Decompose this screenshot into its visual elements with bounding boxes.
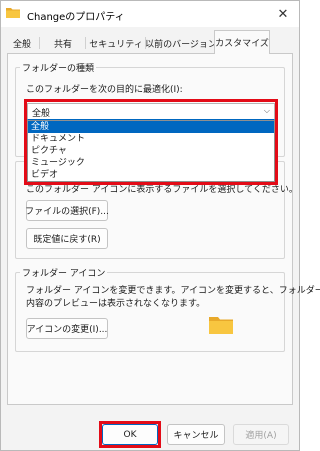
folder-type-listbox: 全般 ドキュメント ピクチャ ミュージック ビデオ [27,120,275,182]
folder-icon-description-line1: フォルダー アイコンを変更できます。アイコンを変更すると、フォルダーの [26,286,320,296]
tab-label: セキュリティ [89,39,143,50]
dropdown-option-general[interactable]: 全般 [28,121,274,133]
folder-icon [6,8,20,18]
properties-window: Changeのプロパティ ✕ 全般 共有 セキュリティ 以前のバージョン カスタ… [0,0,320,451]
tab-divider [85,37,86,49]
button-label: ファイルの選択(F)... [25,207,109,217]
tab-security[interactable]: セキュリティ [89,33,143,53]
apply-button[interactable]: 適用(A) [233,424,289,445]
tab-label: 以前のバージョン [145,39,217,50]
folder-icon-description-line2: 内容のプレビューは表示されなくなります。 [26,299,206,309]
window-title: Changeのプロパティ [27,12,125,23]
folder-icon-group-title: フォルダー アイコン [20,266,108,279]
dropdown-option-documents[interactable]: ドキュメント [28,133,274,145]
button-label: アイコンの変更(I)... [26,325,108,335]
close-button[interactable]: ✕ [267,1,299,27]
tab-label: 全般 [12,39,31,50]
tab-general[interactable]: 全般 [7,33,37,53]
button-label: 既定値に戻す(R) [33,235,101,245]
dropdown-option-videos[interactable]: ビデオ [28,169,274,181]
close-icon: ✕ [277,6,289,22]
folder-type-group-title: フォルダーの種類 [20,61,97,74]
tab-sharing[interactable]: 共有 [43,33,83,53]
dropdown-option-music[interactable]: ミュージック [28,157,274,169]
folder-type-dropdown[interactable]: 全般 ⌵ [27,103,275,120]
tab-label: カスタマイズ [215,39,269,49]
button-label: キャンセル [173,431,219,441]
dropdown-option-pictures[interactable]: ピクチャ [28,145,274,157]
tab-divider [39,37,40,49]
choose-file-button[interactable]: ファイルの選択(F)... [25,200,109,221]
tab-previous-versions[interactable]: 以前のバージョン [145,33,217,53]
restore-default-button[interactable]: 既定値に戻す(R) [26,228,108,249]
cancel-button[interactable]: キャンセル [167,424,225,445]
ok-button[interactable]: OK [102,424,158,445]
tab-label: 共有 [53,39,72,50]
title-bar: Changeのプロパティ ✕ [1,1,299,27]
chevron-down-icon: ⌵ [263,106,270,115]
tab-customize[interactable]: カスタマイズ [214,30,270,54]
button-label: OK [123,429,137,440]
folder-picture-description: このフォルダー アイコンに表示するファイルを選択してください。 [26,185,298,195]
change-icon-button[interactable]: アイコンの変更(I)... [26,318,108,339]
folder-preview-icon [209,317,233,334]
button-label: 適用(A) [245,431,277,441]
dropdown-selected-value: 全般 [32,109,51,119]
optimize-label: このフォルダーを次の目的に最適化(I): [26,85,183,95]
